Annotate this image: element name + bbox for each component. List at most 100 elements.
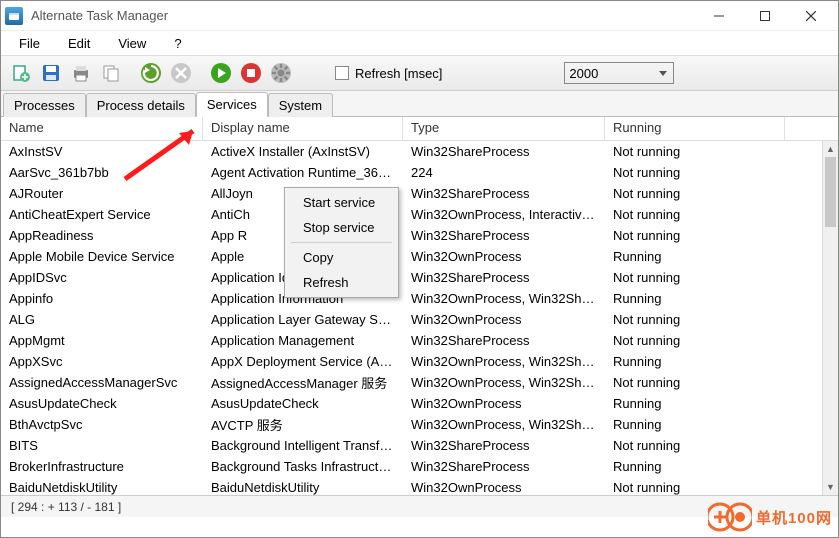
- cell-name: BaiduNetdiskUtility: [1, 480, 203, 495]
- cell-running: Running: [605, 396, 785, 411]
- cell-running: Running: [605, 354, 785, 369]
- status-text: [ 294 : + 113 / - 181 ]: [11, 500, 121, 514]
- refresh-icon[interactable]: [137, 59, 165, 87]
- table-row[interactable]: AppXSvcAppX Deployment Service (Ap...Win…: [1, 351, 838, 372]
- cell-name: ALG: [1, 312, 203, 327]
- cell-type: Win32OwnProcess, Win32Shar...: [403, 354, 605, 369]
- table-row[interactable]: BrokerInfrastructureBackground Tasks Inf…: [1, 456, 838, 477]
- ctx-start-service[interactable]: Start service: [287, 190, 396, 215]
- list-header: Name Display name Type Running: [1, 117, 838, 141]
- tab-system[interactable]: System: [268, 93, 333, 117]
- tab-processes[interactable]: Processes: [3, 93, 86, 117]
- cell-type: Win32OwnProcess: [403, 396, 605, 411]
- table-row[interactable]: AssignedAccessManagerSvcAssignedAccessMa…: [1, 372, 838, 393]
- new-icon[interactable]: [7, 59, 35, 87]
- table-row[interactable]: ALGApplication Layer Gateway Ser...Win32…: [1, 309, 838, 330]
- cell-type: Win32ShareProcess: [403, 228, 605, 243]
- vertical-scrollbar[interactable]: ▲ ▼: [822, 141, 838, 495]
- column-name[interactable]: Name: [1, 117, 203, 140]
- table-row[interactable]: Apple Mobile Device ServiceAppleWin32Own…: [1, 246, 838, 267]
- menu-view[interactable]: View: [106, 34, 158, 53]
- menu-file[interactable]: File: [7, 34, 52, 53]
- interval-select[interactable]: 2000: [564, 62, 674, 84]
- cell-display: AssignedAccessManager 服务: [203, 373, 403, 392]
- cell-display: AppX Deployment Service (Ap...: [203, 354, 403, 369]
- menu-edit[interactable]: Edit: [56, 34, 102, 53]
- stop-icon[interactable]: [237, 59, 265, 87]
- cancel-icon[interactable]: [167, 59, 195, 87]
- minimize-button[interactable]: [696, 2, 742, 30]
- cell-name: AntiCheatExpert Service: [1, 207, 203, 222]
- cell-name: AxInstSV: [1, 144, 203, 159]
- cell-display: Agent Activation Runtime_361b...: [203, 165, 403, 180]
- table-row[interactable]: AppReadinessApp RWin32ShareProcessNot ru…: [1, 225, 838, 246]
- window-title: Alternate Task Manager: [31, 8, 696, 23]
- settings-icon[interactable]: [267, 59, 295, 87]
- column-type[interactable]: Type: [403, 117, 605, 140]
- cell-name: AppReadiness: [1, 228, 203, 243]
- refresh-label: Refresh [msec]: [355, 66, 442, 81]
- save-icon[interactable]: [37, 59, 65, 87]
- cell-name: BITS: [1, 438, 203, 453]
- cell-display: ActiveX Installer (AxInstSV): [203, 144, 403, 159]
- cell-running: Not running: [605, 144, 785, 159]
- table-row[interactable]: AJRouterAllJoynWin32ShareProcessNot runn…: [1, 183, 838, 204]
- scroll-down-icon[interactable]: ▼: [823, 479, 838, 495]
- scroll-thumb[interactable]: [825, 157, 836, 227]
- table-row[interactable]: BthAvctpSvcAVCTP 服务Win32OwnProcess, Win3…: [1, 414, 838, 435]
- table-row[interactable]: AsusUpdateCheckAsusUpdateCheckWin32OwnPr…: [1, 393, 838, 414]
- cell-type: Win32ShareProcess: [403, 333, 605, 348]
- table-row[interactable]: AppinfoApplication InformationWin32OwnPr…: [1, 288, 838, 309]
- cell-running: Not running: [605, 207, 785, 222]
- cell-type: Win32OwnProcess: [403, 312, 605, 327]
- tab-process-details[interactable]: Process details: [86, 93, 196, 117]
- print-icon[interactable]: [67, 59, 95, 87]
- cell-type: Win32ShareProcess: [403, 459, 605, 474]
- cell-name: AppIDSvc: [1, 270, 203, 285]
- cell-running: Not running: [605, 228, 785, 243]
- cell-display: Application Management: [203, 333, 403, 348]
- ctx-stop-service[interactable]: Stop service: [287, 215, 396, 240]
- ctx-separator: [291, 242, 392, 243]
- cell-name: AsusUpdateCheck: [1, 396, 203, 411]
- cell-type: Win32ShareProcess: [403, 144, 605, 159]
- statusbar: [ 294 : + 113 / - 181 ]: [1, 495, 838, 517]
- table-row[interactable]: AntiCheatExpert ServiceAntiChWin32OwnPro…: [1, 204, 838, 225]
- column-running[interactable]: Running: [605, 117, 785, 140]
- cell-running: Not running: [605, 480, 785, 495]
- tabstrip: Processes Process details Services Syste…: [1, 91, 838, 117]
- scroll-up-icon[interactable]: ▲: [823, 141, 838, 157]
- ctx-copy[interactable]: Copy: [287, 245, 396, 270]
- cell-name: AppXSvc: [1, 354, 203, 369]
- cell-running: Not running: [605, 375, 785, 390]
- table-row[interactable]: AxInstSVActiveX Installer (AxInstSV)Win3…: [1, 141, 838, 162]
- cell-display: Background Intelligent Transfe...: [203, 438, 403, 453]
- cell-name: AssignedAccessManagerSvc: [1, 375, 203, 390]
- column-display[interactable]: Display name: [203, 117, 403, 140]
- cell-display: BaiduNetdiskUtility: [203, 480, 403, 495]
- ctx-refresh[interactable]: Refresh: [287, 270, 396, 295]
- menu-help[interactable]: ?: [162, 34, 193, 53]
- cell-type: Win32OwnProcess, Win32Shar...: [403, 375, 605, 390]
- tab-services[interactable]: Services: [196, 92, 268, 117]
- maximize-button[interactable]: [742, 2, 788, 30]
- copy-icon[interactable]: [97, 59, 125, 87]
- table-row[interactable]: BITSBackground Intelligent Transfe...Win…: [1, 435, 838, 456]
- cell-type: Win32ShareProcess: [403, 438, 605, 453]
- cell-running: Not running: [605, 186, 785, 201]
- cell-type: Win32OwnProcess: [403, 249, 605, 264]
- cell-type: Win32OwnProcess, Win32Shar...: [403, 291, 605, 306]
- close-button[interactable]: [788, 2, 834, 30]
- play-icon[interactable]: [207, 59, 235, 87]
- cell-running: Running: [605, 291, 785, 306]
- cell-name: AarSvc_361b7bb: [1, 165, 203, 180]
- table-row[interactable]: AppMgmtApplication ManagementWin32ShareP…: [1, 330, 838, 351]
- refresh-checkbox[interactable]: [335, 66, 349, 80]
- cell-running: Running: [605, 249, 785, 264]
- table-row[interactable]: BaiduNetdiskUtilityBaiduNetdiskUtilityWi…: [1, 477, 838, 495]
- interval-value: 2000: [569, 66, 598, 81]
- cell-display: Background Tasks Infrastructu...: [203, 459, 403, 474]
- table-row[interactable]: AppIDSvcApplication IdentityWin32SharePr…: [1, 267, 838, 288]
- context-menu: Start service Stop service Copy Refresh: [284, 187, 399, 298]
- table-row[interactable]: AarSvc_361b7bbAgent Activation Runtime_3…: [1, 162, 838, 183]
